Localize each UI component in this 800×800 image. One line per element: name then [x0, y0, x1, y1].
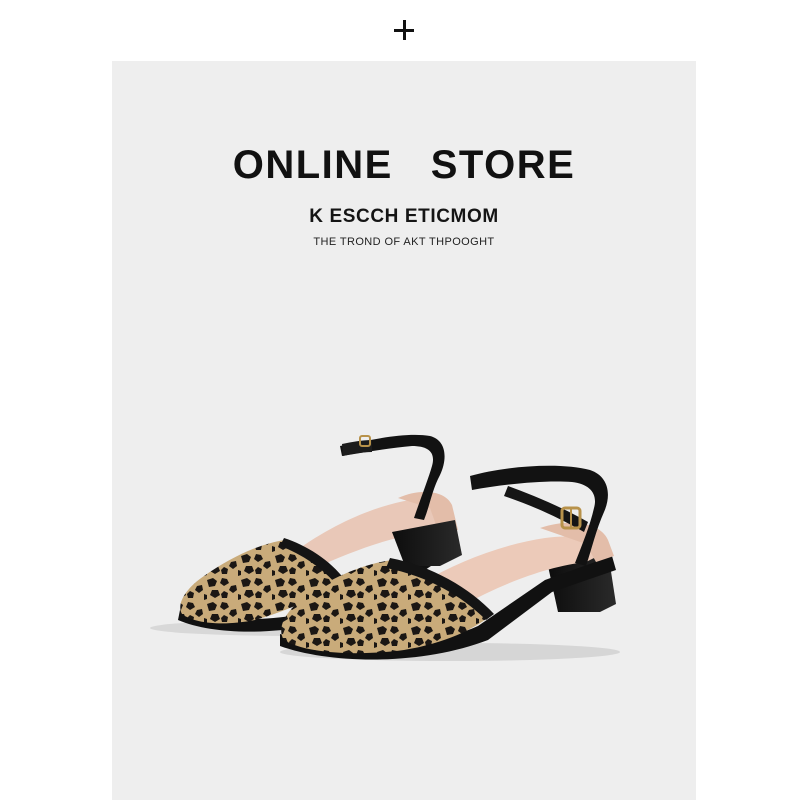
store-tagline: THE TROND OF AKT THPOOGHT: [313, 236, 495, 248]
product-page: ONLINE STORE K ESCCH ETICMOM THE TROND O…: [0, 0, 800, 800]
store-subtitle: K ESCCH ETICMOM: [309, 206, 499, 227]
store-title: ONLINE STORE: [232, 143, 576, 187]
product-banner: ONLINE STORE K ESCCH ETICMOM THE TROND O…: [112, 61, 696, 800]
plus-icon[interactable]: [392, 18, 416, 42]
